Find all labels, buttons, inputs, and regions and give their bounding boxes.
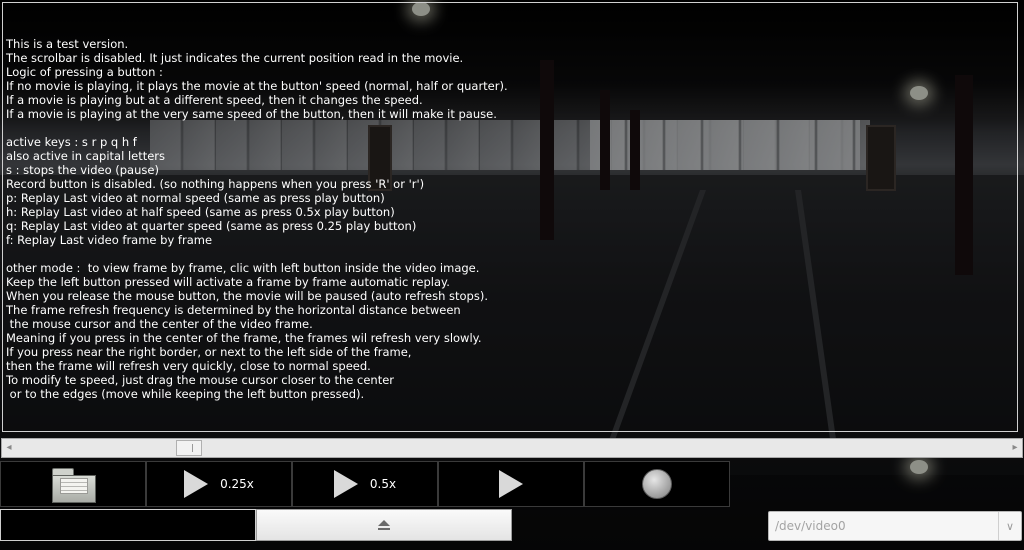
status-box xyxy=(0,509,256,541)
info-text: This is a test version. The scrolbar is … xyxy=(6,37,508,401)
eject-icon xyxy=(378,519,390,531)
scroll-thumb[interactable] xyxy=(176,440,202,456)
video-device-value: /dev/video0 xyxy=(775,519,846,533)
chevron-down-icon: ∨ xyxy=(998,512,1021,540)
eject-button[interactable] xyxy=(256,509,512,541)
open-file-button[interactable] xyxy=(0,461,146,507)
scroll-left-arrow-icon[interactable]: ◂ xyxy=(2,439,16,457)
play-normal-speed-button[interactable] xyxy=(438,461,584,507)
record-icon xyxy=(642,469,672,499)
play-icon xyxy=(184,470,209,498)
scroll-right-arrow-icon[interactable]: ▸ xyxy=(1008,439,1022,457)
play-icon xyxy=(499,470,523,498)
video-device-select[interactable]: /dev/video0 ∨ xyxy=(768,511,1022,541)
folder-icon xyxy=(50,466,96,503)
play-quarter-speed-label: 0.25x xyxy=(220,477,254,491)
position-scrollbar[interactable]: ◂ ▸ xyxy=(1,438,1023,458)
play-half-speed-label: 0.5x xyxy=(369,477,397,491)
play-half-speed-button[interactable]: 0.5x xyxy=(292,461,438,507)
play-quarter-speed-button[interactable]: 0.25x xyxy=(146,461,292,507)
record-button[interactable] xyxy=(584,461,730,507)
toolbar: 0.25x 0.5x xyxy=(0,461,730,507)
play-icon xyxy=(333,470,358,498)
